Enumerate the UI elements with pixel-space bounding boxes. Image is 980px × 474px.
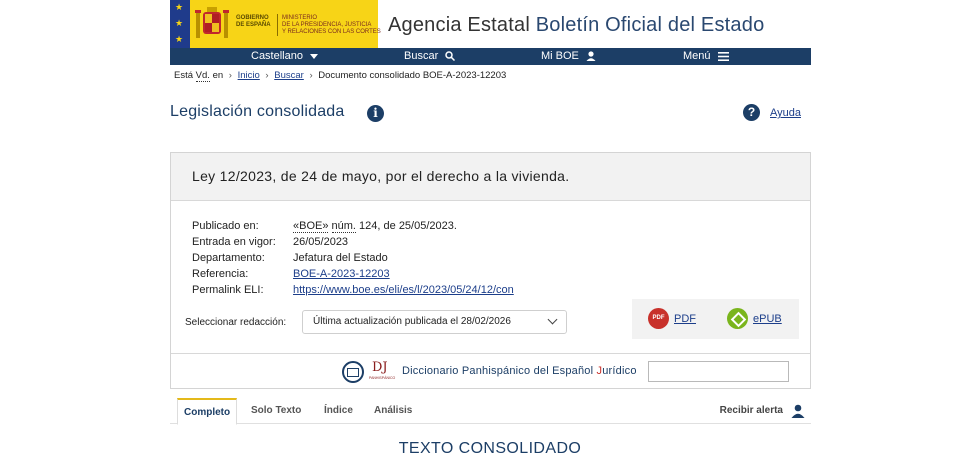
version-select[interactable]: Última actualización publicada el 28/02/… [302, 310, 567, 334]
user-alert-icon[interactable] [791, 404, 805, 418]
nav-my-boe-label: Mi BOE [541, 50, 579, 62]
nav-menu-label: Menú [683, 50, 711, 62]
ministry-line-3: Y RELACIONES CON LAS CORTES [282, 29, 381, 35]
epub-download-link[interactable]: ePUB [753, 313, 782, 325]
version-select-label: Seleccionar redacción: [185, 317, 287, 328]
meta-entry-value: 26/05/2023 [293, 236, 349, 248]
caret-down-icon [310, 53, 319, 59]
content-heading: TEXTO CONSOLIDADO [398, 440, 582, 457]
ministry-line-1: MINISTERIO [282, 15, 318, 21]
panhispanico-logo-letters: DJ [372, 360, 388, 375]
epub-icon[interactable] [727, 308, 748, 329]
page-title: Legislación consolidada [170, 103, 345, 120]
gov-line-2: DE ESPAÑA [236, 22, 271, 28]
meta-eli-label: Permalink ELI: [192, 284, 264, 296]
main-nav: Castellano Buscar Mi BOE Menú [170, 48, 811, 65]
dictionary-search-input[interactable] [648, 361, 789, 382]
chevron-right-icon: › [265, 70, 269, 81]
eli-permalink[interactable]: https://www.boe.es/eli/es/l/2023/05/24/1… [293, 284, 514, 296]
gov-line-1: GOBIERNO [236, 15, 269, 21]
user-icon [586, 51, 596, 62]
document-title: Ley 12/2023, de 24 de mayo, por el derec… [192, 168, 570, 184]
pdf-download-link[interactable]: PDF [674, 313, 696, 325]
breadcrumb: Está Vd. en › Inicio › Buscar › Document… [174, 70, 507, 82]
star-icon: ★ [175, 2, 184, 12]
nav-my-boe[interactable]: Mi BOE [541, 48, 596, 65]
language-selector[interactable]: Castellano [251, 48, 319, 65]
breadcrumb-prefix: Está [174, 70, 194, 81]
site-title[interactable]: Agencia Estatal Boletín Oficial del Esta… [388, 14, 764, 37]
nav-search-label: Buscar [404, 50, 439, 62]
meta-published-num: núm. [331, 220, 356, 233]
hamburger-icon [717, 51, 729, 61]
receive-alert-link[interactable]: Recibir alerta [720, 398, 783, 424]
dictionary-link[interactable]: Diccionario Panhispánico del Español Jur… [402, 365, 637, 377]
government-label: GOBIERNO DE ESPAÑA [236, 15, 271, 29]
chevron-right-icon: › [309, 70, 313, 81]
download-box: PDF PDF ePUB [632, 299, 799, 339]
ministry-line-2: DE LA PRESIDENCIA, JUSTICIA [282, 22, 372, 28]
dictionary-row: DJ PANHISPÁNICO Diccionario Panhispánico… [171, 353, 810, 389]
site-title-prefix: Agencia Estatal [388, 14, 536, 36]
breadcrumb-search-link[interactable]: Buscar [274, 70, 304, 81]
nav-menu[interactable]: Menú [683, 48, 729, 65]
meta-published-label: Publicado en: [192, 220, 259, 232]
dictionary-text-after: urídico [602, 365, 637, 377]
tab-complete[interactable]: Completo [177, 398, 238, 425]
site-header: ★ ★ ★ GOBIERNO DE ESPAÑA MINISTERIO DE L… [0, 0, 980, 48]
eu-flag: ★ ★ ★ [170, 0, 190, 48]
breadcrumb-home-link[interactable]: Inicio [238, 70, 260, 81]
info-icon[interactable]: i [367, 105, 384, 122]
meta-entry-label: Entrada en vigor: [192, 236, 276, 248]
help-link[interactable]: Ayuda [770, 107, 801, 119]
pdf-icon[interactable]: PDF [648, 308, 669, 329]
star-icon: ★ [175, 18, 184, 28]
dictionary-logo-icon [342, 361, 364, 383]
tab-index[interactable]: Índice [324, 398, 353, 424]
meta-department-label: Departamento: [192, 252, 265, 264]
search-icon [445, 51, 456, 62]
panhispanico-logo-small: PANHISPÁNICO [369, 376, 396, 380]
panhispanico-logo-icon: DJ PANHISPÁNICO [369, 360, 396, 384]
meta-published-boe: «BOE» [293, 220, 329, 233]
chevron-down-icon [547, 314, 558, 325]
language-label: Castellano [251, 50, 303, 62]
nav-search[interactable]: Buscar [404, 48, 456, 65]
help-icon[interactable]: ? [743, 104, 760, 121]
ministry-label: MINISTERIO DE LA PRESIDENCIA, JUSTICIA Y… [282, 15, 381, 36]
meta-department: Departamento: Jefatura del Estado [192, 252, 388, 264]
meta-reference-label: Referencia: [192, 268, 249, 280]
document-tabs: Completo Solo Texto Índice Análisis Reci… [170, 398, 811, 425]
document-card: Ley 12/2023, de 24 de mayo, por el derec… [170, 152, 811, 389]
meta-department-value: Jefatura del Estado [293, 252, 388, 264]
logo-divider [277, 14, 278, 36]
meta-reference: Referencia: BOE-A-2023-12203 [192, 268, 390, 280]
site-title-boe: Boletín Oficial del Estado [535, 14, 765, 36]
breadcrumb-en: en [212, 70, 224, 81]
meta-entry: Entrada en vigor: 26/05/2023 [192, 236, 348, 248]
version-select-value: Última actualización publicada el 28/02/… [313, 316, 511, 327]
breadcrumb-abbr: Vd. [195, 70, 210, 82]
meta-published-value: 124, de 25/05/2023. [356, 220, 457, 232]
tab-text-only[interactable]: Solo Texto [251, 398, 301, 424]
dictionary-text-before: Diccionario Panhispánico del Español [402, 365, 597, 377]
meta-published: Publicado en: «BOE» núm. 124, de 25/05/20… [192, 220, 457, 233]
star-icon: ★ [175, 34, 184, 44]
meta-eli: Permalink ELI: https://www.boe.es/eli/es/… [192, 284, 514, 296]
coat-of-arms-icon [195, 7, 229, 38]
chevron-right-icon: › [228, 70, 232, 81]
document-header: Ley 12/2023, de 24 de mayo, por el derec… [171, 153, 810, 201]
tab-analysis[interactable]: Análisis [374, 398, 412, 424]
reference-link[interactable]: BOE-A-2023-12203 [293, 268, 390, 280]
breadcrumb-current: Documento consolidado BOE-A-2023-12203 [318, 70, 507, 81]
